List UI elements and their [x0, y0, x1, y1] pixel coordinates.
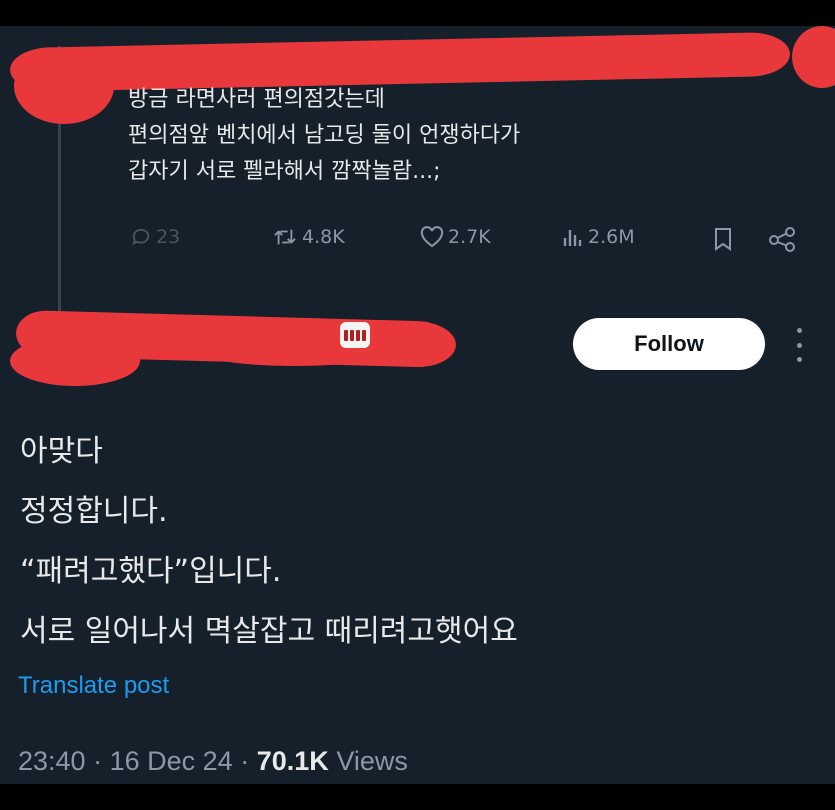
quoted-post-line: 편의점앞 벤치에서 남고딩 둘이 언쟁하다가	[128, 123, 521, 148]
post-text: 아맞다 정정합니다. “패려고했다”입니다. 서로 일어나서 멱살잡고 때리려고…	[20, 422, 518, 662]
reply-count: 23	[156, 226, 181, 248]
repost-count: 4.8K	[302, 226, 345, 248]
post-line: 아맞다	[20, 434, 103, 469]
reply-icon	[132, 228, 150, 246]
post-metadata: 23:40 · 16 Dec 24 · 70.1K Views	[18, 746, 408, 777]
fist-emoji-icon	[340, 322, 370, 348]
views-count: 2.6M	[588, 226, 635, 248]
quoted-post-text: 방금 라면사러 편의점갓는데 편의점앞 벤치에서 남고딩 둘이 언쟁하다가 갑자…	[128, 82, 520, 190]
heart-icon	[420, 226, 444, 248]
like-button[interactable]: 2.7K	[420, 226, 491, 248]
post-line: 정정합니다.	[20, 494, 168, 529]
redaction-mark	[14, 48, 114, 124]
quoted-post-actions: 23 4.8K 2.7K 2.6M	[130, 226, 810, 262]
analytics-icon	[563, 230, 582, 246]
repost-icon	[274, 229, 296, 245]
reply-button[interactable]: 23	[130, 226, 180, 248]
post-line: “패려고했다”입니다.	[20, 554, 282, 589]
more-options-icon[interactable]	[793, 328, 805, 362]
post-views-count: 70.1K	[256, 746, 329, 776]
share-button[interactable]	[768, 226, 798, 252]
post-time[interactable]: 23:40	[18, 746, 86, 776]
redaction-mark	[10, 336, 140, 386]
post-date[interactable]: 16 Dec 24	[110, 746, 233, 776]
post-screen: 방금 라면사러 편의점갓는데 편의점앞 벤치에서 남고딩 둘이 언쟁하다가 갑자…	[0, 26, 835, 784]
translate-post-link[interactable]: Translate post	[18, 672, 169, 700]
views-button[interactable]: 2.6M	[562, 226, 635, 248]
post-views-label: Views	[336, 746, 408, 776]
post-line: 서로 일어나서 멱살잡고 때리려고햇어요	[20, 614, 518, 649]
share-icon	[769, 227, 795, 252]
meta-separator: ·	[93, 746, 103, 776]
quoted-post-line: 방금 라면사러 편의점갓는데	[128, 87, 385, 112]
quoted-post-line: 갑자기 서로 펠라해서 깜짝놀람...;	[128, 159, 441, 184]
like-count: 2.7K	[448, 226, 491, 248]
meta-separator: ·	[240, 746, 250, 776]
bookmark-button[interactable]	[712, 226, 734, 252]
repost-button[interactable]: 4.8K	[272, 226, 345, 248]
follow-button[interactable]: Follow	[573, 318, 765, 370]
bookmark-icon	[715, 228, 731, 251]
redaction-mark	[792, 26, 835, 88]
